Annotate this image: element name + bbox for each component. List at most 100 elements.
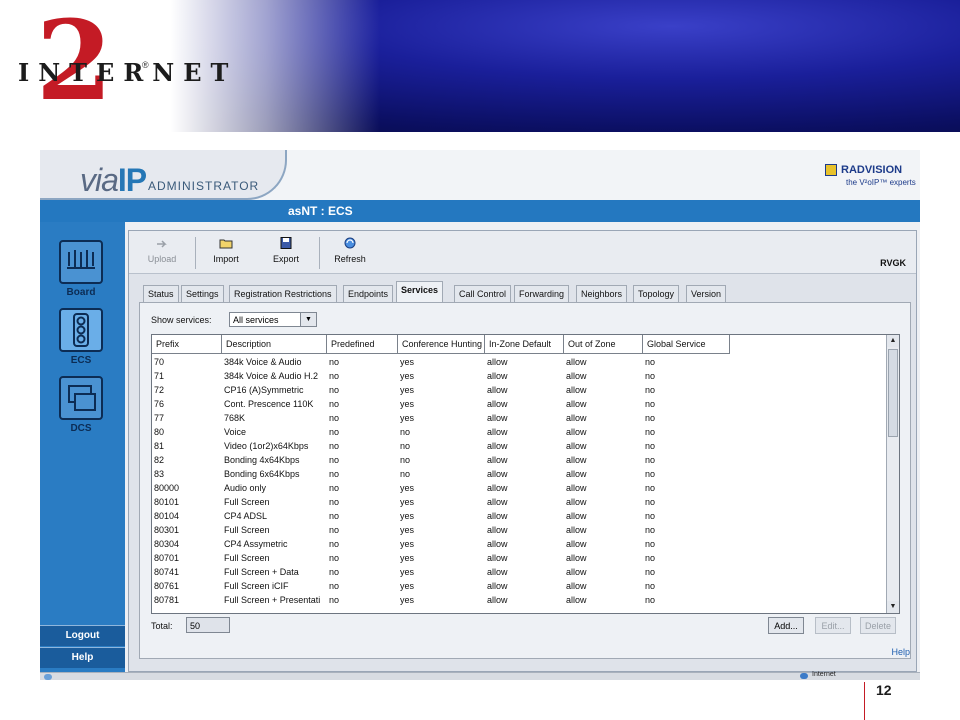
show-services-select[interactable]: All services ▼ [229, 312, 317, 327]
cell-description: Video (1or2)x64Kbps [224, 441, 309, 451]
table-row[interactable]: 80 Voice no no allow allow no [152, 425, 886, 439]
help-link[interactable]: Help [891, 647, 910, 657]
table-row[interactable]: 83 Bonding 6x64Kbps no no allow allow no [152, 467, 886, 481]
column-header-predefined[interactable]: Predefined [327, 335, 398, 354]
cell-prefix: 80761 [154, 581, 180, 591]
cell-global-service: no [645, 511, 656, 521]
upload-button[interactable]: Upload [133, 235, 191, 264]
tab-settings[interactable]: Settings [181, 285, 224, 302]
sidebar-help-button[interactable]: Help [40, 647, 125, 668]
cell-prefix: 80304 [154, 539, 180, 549]
column-header-global-service[interactable]: Global Service [643, 335, 730, 354]
vertical-scrollbar[interactable]: ▲ ▼ [886, 335, 899, 613]
table-row[interactable]: 77 768K no yes allow allow no [152, 411, 886, 425]
cell-description: Bonding 6x64Kbps [224, 469, 300, 479]
table-row[interactable]: 80301 Full Screen no yes allow allow no [152, 523, 886, 537]
show-services-label: Show services: [151, 315, 212, 325]
refresh-button[interactable]: Refresh [321, 235, 379, 264]
sidebar-label-dcs: DCS [70, 423, 92, 434]
table-row[interactable]: 80101 Full Screen no yes allow allow no [152, 495, 886, 509]
services-table: Prefix Description Predefined Conference… [151, 334, 900, 614]
tab-forwarding[interactable]: Forwarding [514, 285, 570, 302]
tab-endpoints[interactable]: Endpoints [343, 285, 394, 302]
column-header-conference-hunting[interactable]: Conference Hunting [398, 335, 485, 354]
scroll-up-icon[interactable]: ▲ [887, 335, 899, 347]
add-button[interactable]: Add... [768, 617, 804, 634]
cell-prefix: 81 [154, 441, 165, 451]
table-row[interactable]: 80104 CP4 ADSL no yes allow allow no [152, 509, 886, 523]
import-button[interactable]: Import [197, 235, 255, 264]
cell-conference-hunting: yes [400, 511, 415, 521]
table-row[interactable]: 80781 Full Screen + Presentati no yes allow a… [152, 593, 886, 607]
cell-predefined: no [329, 357, 340, 367]
table-row[interactable]: 80701 Full Screen no yes allow allow no [152, 551, 886, 565]
cell-in-zone-default: allow [487, 581, 508, 591]
chevron-down-icon[interactable]: ▼ [300, 313, 316, 326]
status-zone: Internet [812, 671, 836, 678]
table-row[interactable]: 72 CP16 (A)Symmetric no yes allow allow no [152, 383, 886, 397]
cell-prefix: 71 [154, 371, 165, 381]
cell-description: Audio only [224, 483, 267, 493]
sidebar-item-dcs[interactable]: DCS [58, 376, 104, 434]
table-row[interactable]: 80741 Full Screen + Data no yes allow allow no [152, 565, 886, 579]
tab-call-control[interactable]: Call Control [454, 285, 512, 302]
export-button[interactable]: Export [257, 235, 315, 264]
scroll-down-icon[interactable]: ▼ [887, 601, 899, 613]
cell-out-of-zone: allow [566, 469, 587, 479]
scroll-thumb[interactable] [888, 349, 898, 437]
tab-services[interactable]: Services [396, 281, 444, 302]
cell-conference-hunting: no [400, 455, 411, 465]
brand-left: via [80, 162, 119, 198]
cell-out-of-zone: allow [566, 441, 587, 451]
cell-global-service: no [645, 567, 656, 577]
column-header-description[interactable]: Description [222, 335, 327, 354]
cell-global-service: no [645, 581, 656, 591]
table-row[interactable]: 80761 Full Screen iCIF no yes allow allow no [152, 579, 886, 593]
toolbar: Upload Import Export Refresh RVGK [129, 231, 916, 274]
cell-conference-hunting: no [400, 441, 411, 451]
table-row[interactable]: 76 Cont. Prescence 110K no yes allow allow no [152, 397, 886, 411]
cell-predefined: no [329, 455, 340, 465]
table-row[interactable]: 80000 Audio only no yes allow allow no [152, 481, 886, 495]
page-icon [44, 674, 52, 680]
cell-in-zone-default: allow [487, 525, 508, 535]
tab-registration-restrictions[interactable]: Registration Restrictions [229, 285, 337, 302]
table-row[interactable]: 82 Bonding 4x64Kbps no no allow allow no [152, 453, 886, 467]
cell-predefined: no [329, 413, 340, 423]
cell-out-of-zone: allow [566, 371, 587, 381]
cell-predefined: no [329, 483, 340, 493]
globe-icon [800, 673, 808, 679]
column-header-prefix[interactable]: Prefix [152, 335, 222, 354]
sidebar-item-ecs[interactable]: ECS [58, 308, 104, 366]
cell-prefix: 80701 [154, 553, 180, 563]
total-count: 50 [186, 617, 230, 633]
cell-global-service: no [645, 385, 656, 395]
table-row[interactable]: 80304 CP4 Assymetric no yes allow allow no [152, 537, 886, 551]
tab-version[interactable]: Version [686, 285, 727, 302]
vendor-tagline: the V²oIP™ experts [846, 178, 916, 187]
cell-prefix: 80000 [154, 483, 180, 493]
column-header-out-of-zone[interactable]: Out of Zone [564, 335, 643, 354]
cell-predefined: no [329, 469, 340, 479]
cell-predefined: no [329, 385, 340, 395]
sidebar-item-board[interactable]: Board [58, 240, 104, 298]
cell-conference-hunting: yes [400, 497, 415, 507]
cell-predefined: no [329, 539, 340, 549]
cell-in-zone-default: allow [487, 483, 508, 493]
table-row[interactable]: 71 384k Voice & Audio H.2 no yes allow allow n… [152, 369, 886, 383]
tab-topology[interactable]: Topology [633, 285, 680, 302]
sidebar: Board ECS DCS Logout Help [40, 222, 125, 680]
cell-prefix: 80301 [154, 525, 180, 535]
table-row[interactable]: 81 Video (1or2)x64Kbps no no allow allow no [152, 439, 886, 453]
column-header-in-zone-default[interactable]: In-Zone Default [485, 335, 564, 354]
tab-status[interactable]: Status [143, 285, 179, 302]
delete-button[interactable]: Delete [860, 617, 896, 634]
cell-conference-hunting: yes [400, 553, 415, 563]
edit-button[interactable]: Edit... [815, 617, 851, 634]
cell-global-service: no [645, 399, 656, 409]
logout-button[interactable]: Logout [40, 625, 125, 646]
table-row[interactable]: 70 384k Voice & Audio no yes allow allow no [152, 355, 886, 369]
tab-neighbors[interactable]: Neighbors [576, 285, 628, 302]
cell-prefix: 82 [154, 455, 165, 465]
cell-out-of-zone: allow [566, 413, 587, 423]
